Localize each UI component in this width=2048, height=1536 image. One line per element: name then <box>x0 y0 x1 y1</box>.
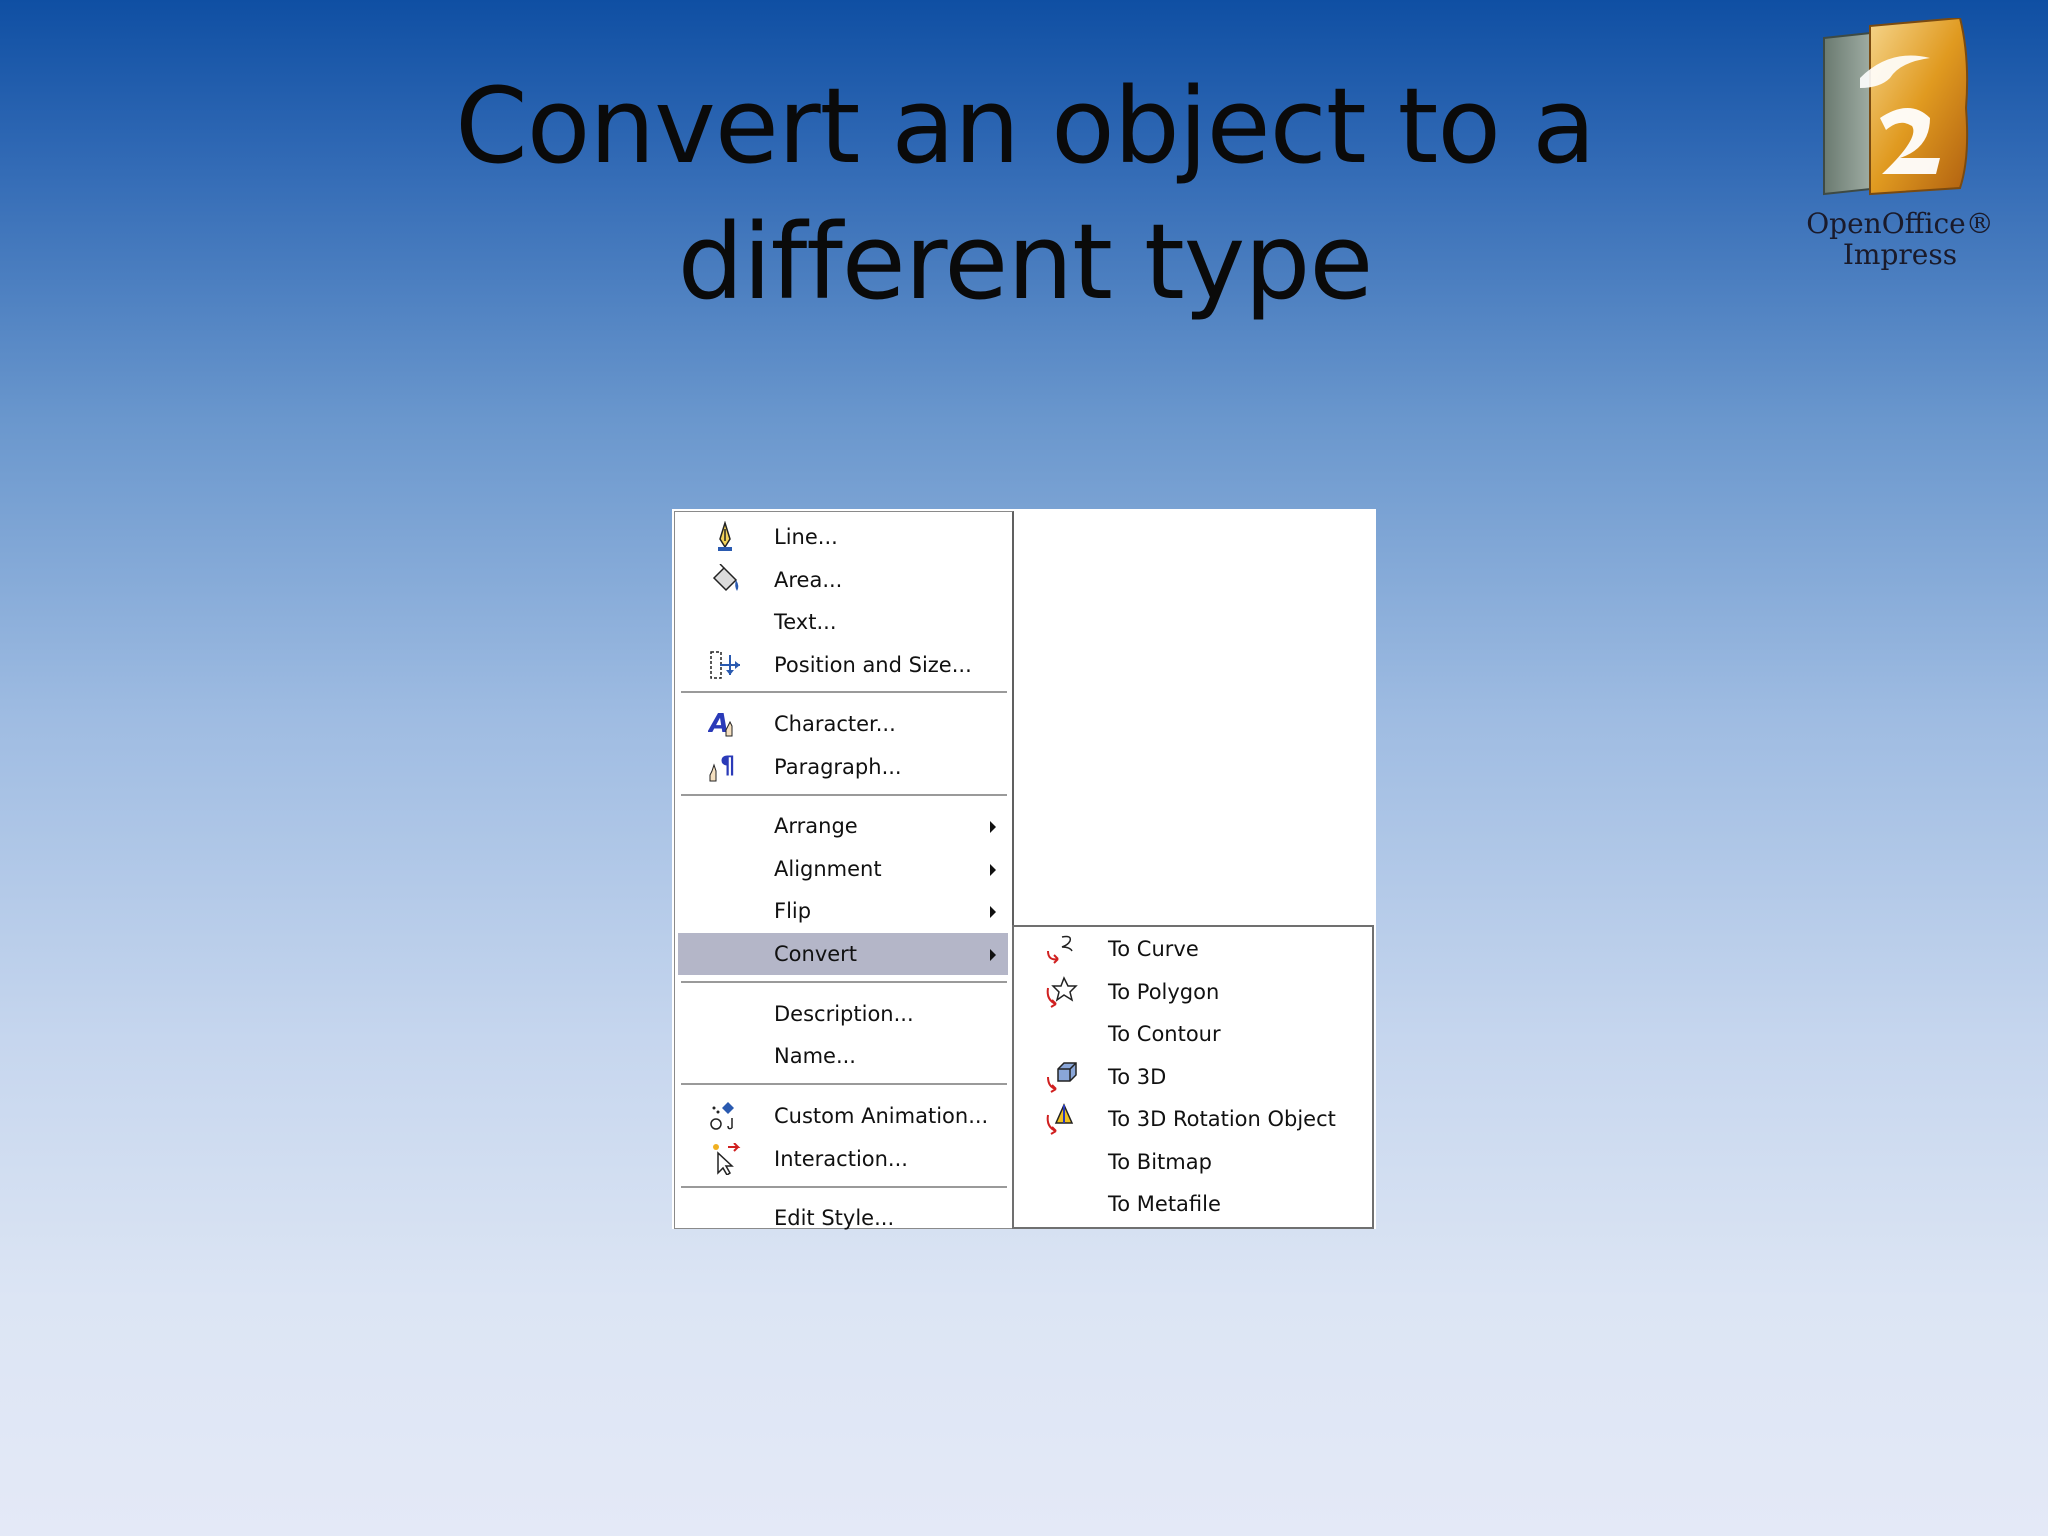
submenu-item-to-contour[interactable]: To Contour <box>1014 1013 1370 1055</box>
submenu-item-label: To 3D Rotation Object <box>1108 1107 1336 1131</box>
submenu-item-label: To Curve <box>1108 937 1199 961</box>
menu-item-flip[interactable]: Flip <box>678 890 1008 932</box>
menu-item-label: Line... <box>774 525 838 549</box>
menu-item-custom-animation[interactable]: Custom Animation... <box>678 1095 1008 1137</box>
submenu-arrow-icon <box>990 949 996 961</box>
context-menu-screenshot: Line... Area... Text... Position and Siz… <box>672 509 1376 1230</box>
menu-item-arrange[interactable]: Arrange <box>678 805 1008 847</box>
menu-item-label: Edit Style... <box>774 1206 895 1230</box>
submenu-item-label: To Polygon <box>1108 980 1220 1004</box>
menu-item-label: Interaction... <box>774 1147 908 1171</box>
to-3d-icon <box>1047 1062 1077 1093</box>
menu-item-description[interactable]: Description... <box>678 993 1008 1035</box>
character-icon: A <box>708 709 733 739</box>
submenu-item-label: To Contour <box>1108 1022 1221 1046</box>
menu-item-label: Alignment <box>774 857 882 881</box>
line-pen-icon <box>718 521 732 551</box>
paint-bucket-icon <box>712 564 739 592</box>
to-3d-rotation-icon <box>1046 1103 1074 1135</box>
menu-item-label: Area... <box>774 568 843 592</box>
menu-item-interaction[interactable]: Interaction... <box>678 1138 1008 1180</box>
menu-item-character[interactable]: A Character... <box>678 703 1008 745</box>
submenu-arrow-icon <box>990 821 996 833</box>
menu-item-label: Character... <box>774 712 896 736</box>
menu-item-text[interactable]: Text... <box>678 601 1008 643</box>
interaction-icon <box>713 1143 741 1175</box>
logo-text-line-2: Impress <box>1842 238 1958 271</box>
menu-separator <box>681 691 1007 693</box>
menu-item-label: Text... <box>774 610 837 634</box>
menu-item-name[interactable]: Name... <box>678 1035 1008 1077</box>
submenu-arrow-icon <box>990 864 996 876</box>
submenu-item-label: To Metafile <box>1108 1192 1221 1216</box>
menu-separator <box>681 1083 1007 1085</box>
submenu-item-to-metafile[interactable]: To Metafile <box>1014 1183 1370 1225</box>
openoffice-logo-icon <box>1823 18 1969 196</box>
menu-item-convert[interactable]: Convert <box>678 933 1008 975</box>
menu-item-area[interactable]: Area... <box>678 559 1008 601</box>
menu-separator <box>681 1186 1007 1188</box>
submenu-item-label: To Bitmap <box>1108 1150 1212 1174</box>
slide-title: Convert an object to a different type <box>440 58 1610 330</box>
menu-item-line[interactable]: Line... <box>678 516 1008 558</box>
menu-item-position-and-size[interactable]: Position and Size... <box>678 644 1008 686</box>
submenu-item-to-curve[interactable]: To Curve <box>1014 928 1370 970</box>
menu-item-label: Position and Size... <box>774 653 972 677</box>
custom-animation-icon <box>710 1102 734 1130</box>
submenu-arrow-icon <box>990 906 996 918</box>
menu-item-label: Flip <box>774 899 812 923</box>
submenu-item-to-bitmap[interactable]: To Bitmap <box>1014 1141 1370 1183</box>
to-curve-icon <box>1047 935 1073 964</box>
slide-title-line-1: Convert an object to a <box>455 65 1596 187</box>
menu-item-label: Description... <box>774 1002 914 1026</box>
menu-item-label: Paragraph... <box>774 755 902 779</box>
submenu-item-to-polygon[interactable]: To Polygon <box>1014 971 1370 1013</box>
svg-text:¶: ¶ <box>720 751 735 779</box>
submenu-item-to-3d[interactable]: To 3D <box>1014 1056 1370 1098</box>
menu-item-alignment[interactable]: Alignment <box>678 848 1008 890</box>
menu-separator <box>681 981 1007 983</box>
paragraph-icon: ¶ <box>709 751 735 782</box>
submenu-item-to-3d-rotation-object[interactable]: To 3D Rotation Object <box>1014 1098 1370 1140</box>
position-size-icon <box>710 651 740 679</box>
menu-separator <box>681 794 1007 796</box>
slide-title-line-2: different type <box>677 201 1374 323</box>
menu-item-label: Name... <box>774 1044 856 1068</box>
submenu-item-label: To 3D <box>1108 1065 1167 1089</box>
menu-item-edit-style[interactable]: Edit Style... <box>678 1197 1008 1239</box>
menu-item-label: Convert <box>774 942 858 966</box>
menu-item-label: Arrange <box>774 814 858 838</box>
menu-item-paragraph[interactable]: ¶ Paragraph... <box>678 746 1008 788</box>
convert-submenu: To Curve To Polygon To Contour To 3D To … <box>1012 925 1374 1229</box>
openoffice-impress-logo: OpenOffice® Impress <box>1790 18 2010 270</box>
context-menu: Line... Area... Text... Position and Siz… <box>674 511 1014 1230</box>
logo-text-line-1: OpenOffice® <box>1806 207 1994 240</box>
logo-text: OpenOffice® Impress <box>1790 208 2010 270</box>
menu-item-label: Custom Animation... <box>774 1104 989 1128</box>
to-polygon-icon <box>1046 976 1078 1008</box>
